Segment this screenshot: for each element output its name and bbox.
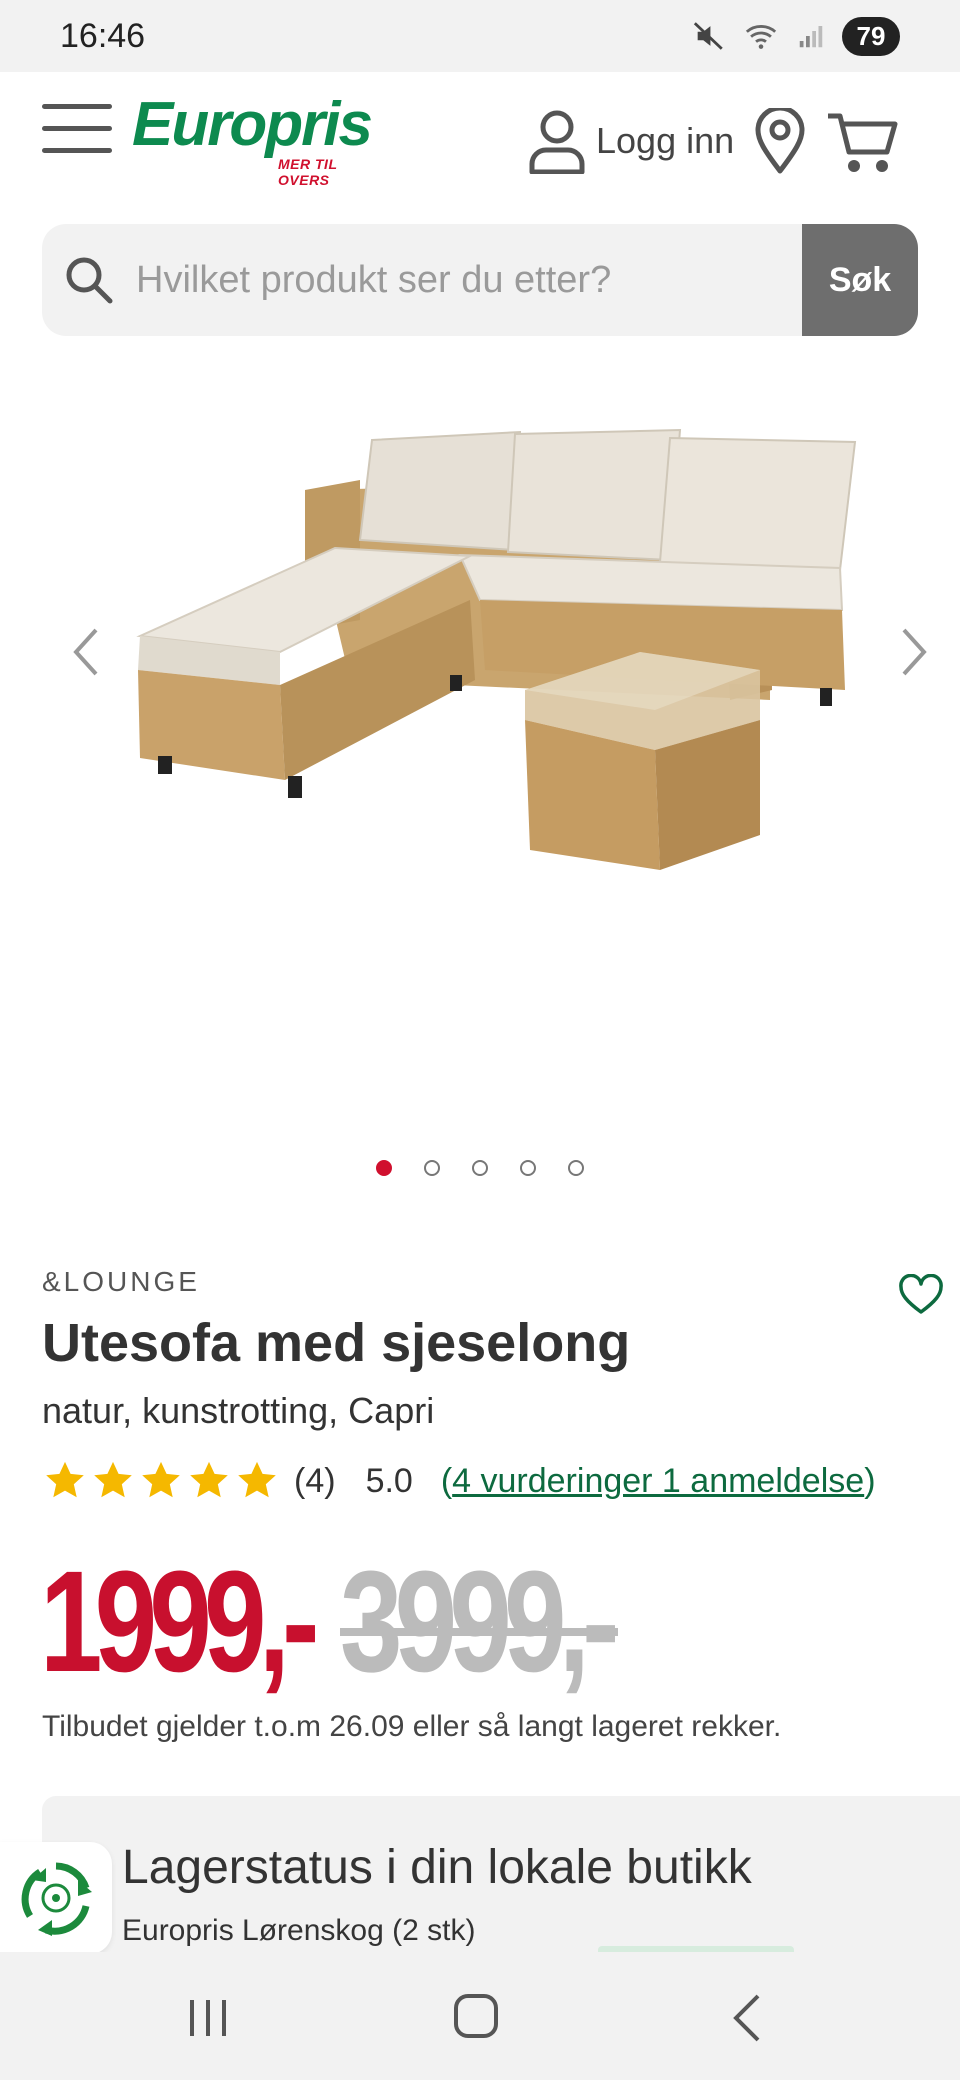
star-icon (46, 1461, 84, 1498)
carousel-dot[interactable] (472, 1160, 488, 1176)
battery-indicator: 79 (842, 16, 900, 56)
search-bar: Søk (42, 224, 918, 336)
carousel-dots (0, 1160, 960, 1190)
status-time: 16:46 (60, 16, 146, 55)
system-nav-bar (0, 1952, 960, 2080)
stock-status-card[interactable]: Lagerstatus i din lokale butikk Europris… (42, 1796, 960, 1956)
recycle-button[interactable] (0, 1842, 112, 1954)
back-icon[interactable] (728, 1992, 768, 2044)
logo-tagline: MER TIL OVERS (278, 156, 338, 188)
offer-note: Tilbudet gjelder t.o.m 26.09 eller så la… (42, 1710, 782, 1743)
reviews-link[interactable]: (4 vurderinger 1 anmeldelse) (441, 1462, 876, 1501)
star-icon (238, 1461, 276, 1498)
product-subtitle: natur, kunstrotting, Capri (42, 1390, 435, 1431)
signal-icon (799, 26, 823, 48)
stock-store-line: Europris Lørenskog (2 stk) (122, 1914, 476, 1947)
user-icon (529, 110, 585, 174)
menu-icon-line (42, 126, 112, 131)
carousel-dot[interactable] (568, 1160, 584, 1176)
product-title: Utesofa med sjeselong (42, 1313, 631, 1373)
product-brand[interactable]: &LOUNGE (42, 1266, 200, 1298)
star-rating (42, 1458, 280, 1504)
chevron-left-icon[interactable] (66, 622, 106, 682)
old-price-strikethrough (340, 1628, 618, 1636)
home-icon[interactable] (452, 1992, 500, 2040)
search-input[interactable] (136, 224, 802, 336)
wifi-icon (745, 25, 777, 49)
carousel-dot[interactable] (424, 1160, 440, 1176)
recycle-icon (21, 1862, 92, 1936)
star-icon (94, 1461, 132, 1498)
login-button[interactable]: Logg inn (528, 106, 734, 176)
site-header: Europris MER TIL OVERS Logg inn (0, 72, 960, 212)
location-icon[interactable] (754, 108, 806, 174)
rating-score: 5.0 (365, 1461, 413, 1500)
recent-apps-icon[interactable] (186, 1996, 230, 2040)
europris-logo[interactable]: Europris MER TIL OVERS (132, 90, 392, 189)
rating-row: (4) 5.0 (4 vurderinger 1 anmeldelse) (42, 1456, 876, 1506)
chevron-right-icon[interactable] (894, 622, 934, 682)
menu-icon (42, 104, 112, 109)
current-price: 1999,- (40, 1541, 319, 1702)
menu-icon-line (42, 148, 112, 153)
rating-count: (4) (294, 1461, 336, 1500)
old-price: 3999,- (340, 1541, 619, 1702)
reviews-link-open: ( (440, 1461, 453, 1500)
logo-text: Europris (132, 90, 373, 159)
search-button[interactable]: Søk (802, 224, 918, 336)
stock-title: Lagerstatus i din lokale butikk (122, 1841, 752, 1894)
product-image[interactable] (120, 420, 880, 940)
product-image-carousel (0, 360, 960, 1176)
menu-button[interactable] (42, 104, 114, 156)
star-icon (190, 1461, 228, 1498)
carousel-dot[interactable] (520, 1160, 536, 1176)
mute-icon (693, 22, 723, 50)
search-icon (66, 257, 113, 304)
cart-icon[interactable] (826, 110, 898, 176)
status-icons: 79 (692, 16, 900, 56)
reviews-link-close: ) (864, 1461, 876, 1500)
status-bar: 16:46 79 (0, 0, 960, 72)
login-label: Logg inn (596, 120, 735, 161)
page: 16:46 79 Europris MER TIL OVERS Logg inn (0, 0, 960, 2080)
carousel-dot[interactable] (376, 1160, 392, 1176)
reviews-link-text: 4 vurderinger 1 anmeldelse (452, 1461, 865, 1500)
star-icon (142, 1461, 180, 1498)
heart-icon[interactable] (898, 1274, 944, 1316)
